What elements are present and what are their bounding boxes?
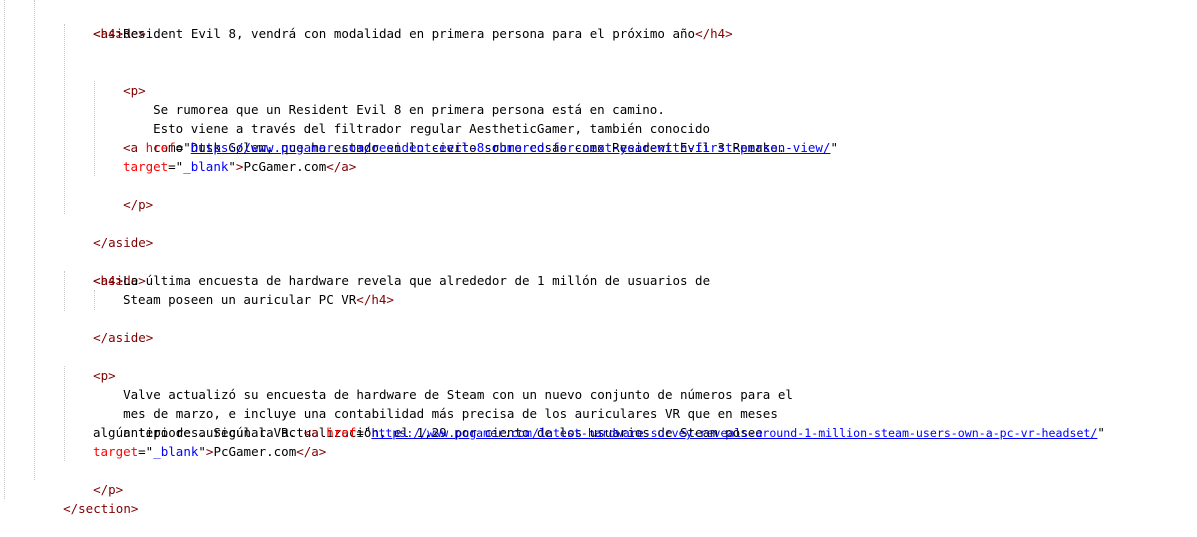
paragraph-line4: algún tipo de auricular VR.: [93, 425, 304, 440]
code-line: </p>: [0, 461, 123, 497]
code-line: <a href="https://www.pcgamer.com/residen…: [0, 138, 838, 157]
code-editor[interactable]: <aside> <h4>Resident Evil 8, vendrá con …: [0, 0, 1197, 516]
target-attribute: target: [123, 159, 169, 174]
quote-token: ": [228, 159, 236, 174]
a-open-tag: <a: [123, 140, 146, 155]
code-line: anteriores. Según la actualización, el 1…: [0, 404, 763, 440]
code-line: </section>: [0, 480, 138, 516]
a-close-tag: </a>: [326, 159, 357, 174]
equals-token: =": [168, 159, 184, 174]
equals-token: =": [175, 140, 191, 155]
aside1-link-text: PcGamer.com: [243, 159, 327, 174]
aside1-link-url[interactable]: https://www.pcgamer.com/resident-evil-8-…: [191, 140, 831, 155]
code-line: target="_blank">PcGamer.com</a>: [0, 157, 356, 176]
quote-token: ": [198, 444, 206, 459]
href-attribute: href: [326, 425, 357, 440]
a-open-tag: <a: [303, 425, 327, 440]
paragraph-link-text: PcGamer.com: [213, 444, 297, 459]
code-line: <aside>: [0, 252, 146, 288]
aside-close-tag: </aside>: [93, 235, 154, 250]
code-line: Esto viene a través del filtrador regula…: [0, 100, 710, 136]
target-value: _blank: [183, 159, 229, 174]
h4-open-tag: <h4>: [93, 26, 124, 41]
code-line: <p>: [0, 62, 146, 98]
code-line: <p>: [0, 347, 116, 383]
p-close-tag: </p>: [123, 197, 154, 212]
quote-token: ": [1097, 425, 1105, 440]
equals-token: =": [356, 425, 372, 440]
code-line: Steam poseen un auricular PC VR</h4>: [0, 290, 394, 309]
h4-close-tag: </h4>: [356, 292, 394, 307]
code-line: Se rumorea que un Resident Evil 8 en pri…: [0, 81, 665, 117]
target-value: _blank: [153, 444, 199, 459]
code-line: </p>: [0, 176, 153, 212]
h4-open-tag: <h4>: [93, 273, 124, 288]
code-line: </aside>: [0, 309, 153, 345]
quote-token: ": [830, 140, 838, 155]
code-line: <aside>: [0, 5, 146, 41]
code-line: <h4>Resident Evil 8, vendrá con modalida…: [0, 24, 733, 43]
aside-close-tag: </aside>: [93, 330, 154, 345]
code-line: Valve actualizó su encuesta de hardware …: [0, 366, 793, 402]
h4-close-tag: </h4>: [695, 26, 733, 41]
code-line: </aside>: [0, 214, 153, 250]
a-close-tag: </a>: [296, 444, 327, 459]
code-line: mes de marzo, e incluye una contabilidad…: [0, 385, 778, 421]
code-line: target="_blank">PcGamer.com</a>: [0, 442, 326, 461]
aside2-heading-line2: Steam poseen un auricular PC VR: [123, 292, 357, 307]
href-attribute: href: [145, 140, 176, 155]
target-attribute: target: [93, 444, 139, 459]
equals-token: =": [138, 444, 154, 459]
code-line: como Dusk Golem, que ha estado en lo cie…: [0, 119, 785, 155]
code-line: <h4>La última encuesta de hardware revel…: [0, 271, 710, 290]
aside2-heading-line1: La última encuesta de hardware revela qu…: [123, 273, 711, 288]
code-line: algún tipo de auricular VR. <a href="htt…: [0, 423, 1105, 442]
paragraph-link-url[interactable]: https://www.pcgamer.com/latest-hardware-…: [371, 426, 1097, 440]
section-close-tag: </section>: [63, 501, 139, 516]
aside1-heading-text: Resident Evil 8, vendrá con modalidad en…: [123, 26, 696, 41]
